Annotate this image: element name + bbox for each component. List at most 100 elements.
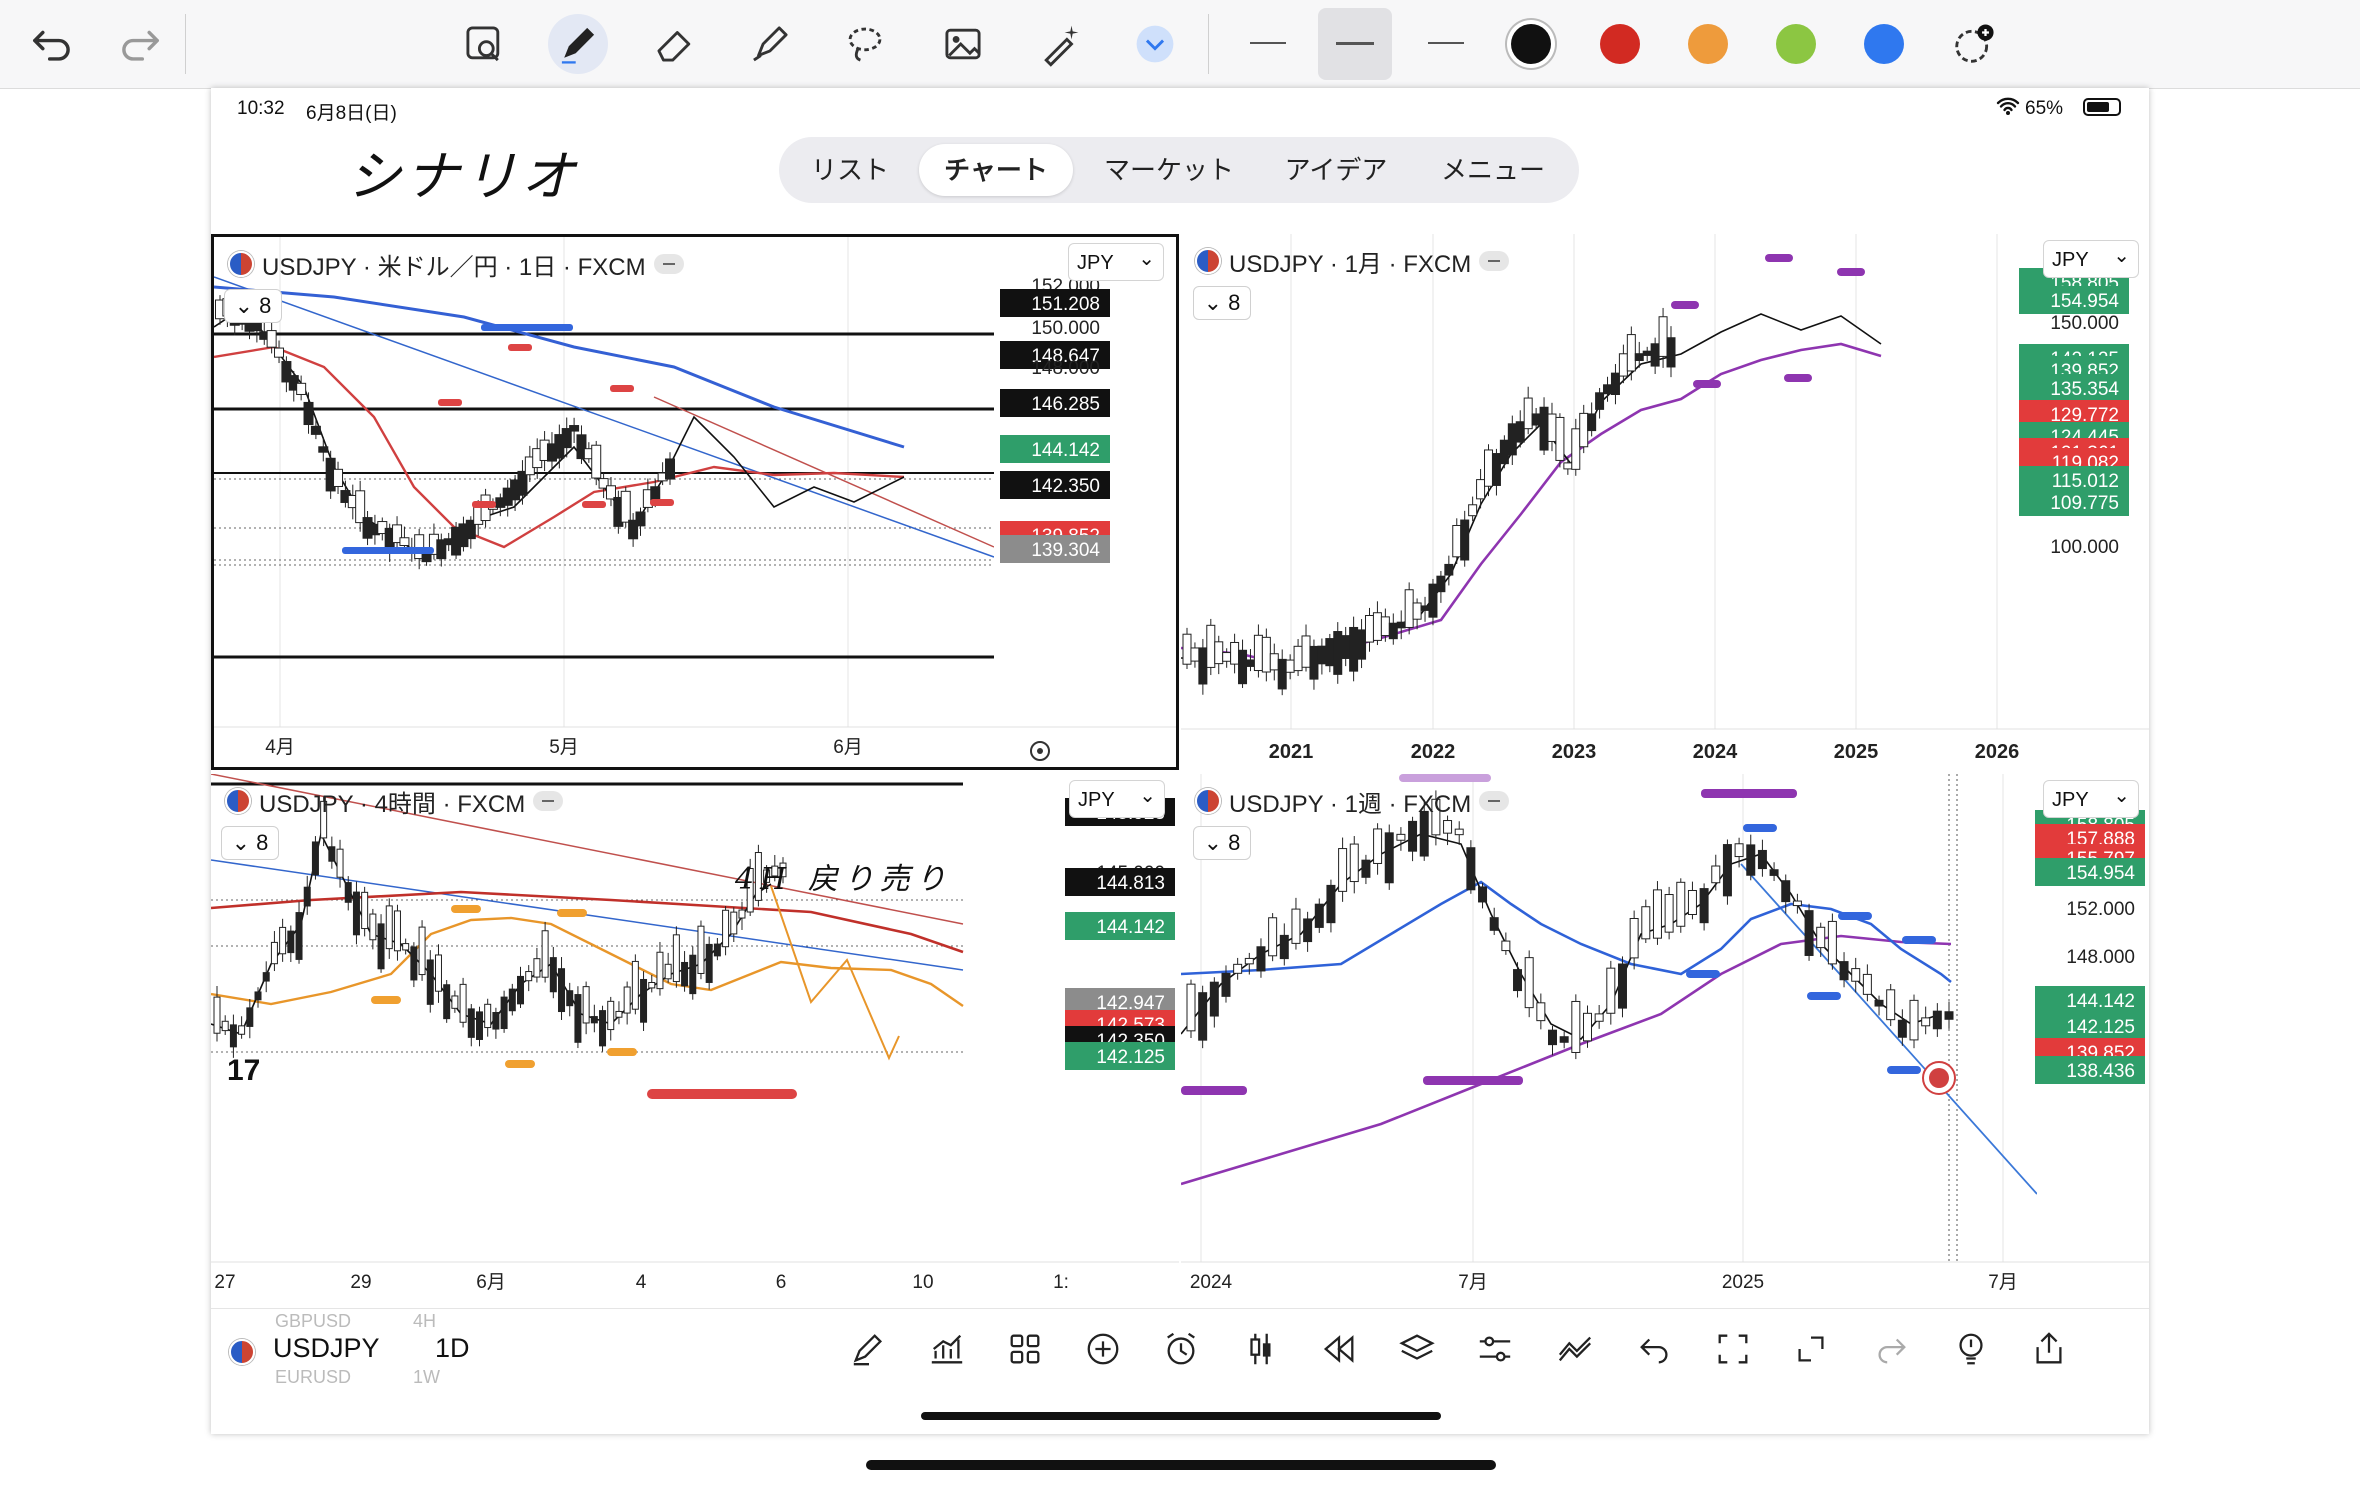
chart-pane-4h[interactable]: 17 145.923145.000144.813144.142142.94714… — [211, 774, 1179, 1308]
candle — [1587, 413, 1597, 432]
candle — [451, 995, 459, 1009]
currency-select[interactable]: JPY — [1068, 240, 1164, 281]
ideas-icon[interactable] — [1945, 1323, 1997, 1375]
candle — [1547, 413, 1557, 442]
collapse-button[interactable] — [653, 254, 684, 274]
time-tick: 6月 — [833, 737, 863, 758]
add-icon[interactable] — [1077, 1323, 1129, 1375]
undo-icon[interactable] — [22, 14, 82, 74]
candle — [1301, 635, 1311, 668]
flag-icon — [1195, 248, 1221, 274]
lasso-icon[interactable] — [835, 14, 895, 74]
indicator-toggle[interactable]: ⌄ 8 — [1193, 826, 1251, 860]
scan-icon[interactable] — [454, 14, 514, 74]
daily-time-axis: 4月 5月 6月 — [265, 737, 863, 758]
candle — [1182, 633, 1192, 665]
candle — [262, 972, 270, 982]
candle — [1769, 869, 1779, 876]
currency-select[interactable]: JPY — [2043, 237, 2139, 278]
currency-select[interactable]: JPY — [1069, 777, 1165, 818]
indicators-icon[interactable] — [921, 1323, 973, 1375]
fullscreen-icon[interactable] — [1707, 1323, 1759, 1375]
replay-icon[interactable] — [1313, 1323, 1365, 1375]
color-green[interactable] — [1776, 24, 1816, 64]
chart-pane-daily[interactable]: 152.000 151.208 150.000 148.647 148.000 146.2… — [211, 234, 1179, 770]
candle — [229, 1024, 237, 1048]
settings-icon[interactable] — [1469, 1323, 1521, 1375]
color-black[interactable] — [1511, 24, 1551, 64]
add-color-icon[interactable] — [1944, 14, 2004, 74]
currency-select[interactable]: JPY — [2043, 777, 2139, 818]
candle — [1666, 337, 1676, 368]
candle — [631, 960, 639, 1010]
timeframe[interactable]: 1D — [435, 1333, 470, 1364]
color-blue[interactable] — [1864, 24, 1904, 64]
medium-line-option[interactable] — [1318, 8, 1392, 80]
highlighter-icon[interactable] — [740, 14, 800, 74]
flag-icon — [229, 1339, 255, 1365]
tab-list[interactable]: リスト — [787, 144, 913, 196]
time-tick: 7月 — [1458, 1272, 1488, 1293]
tab-ideas[interactable]: アイデア — [1263, 144, 1409, 196]
tab-menu[interactable]: メニュー — [1415, 144, 1571, 196]
trend-icon[interactable] — [1549, 1323, 1601, 1375]
tab-chart[interactable]: チャート — [919, 144, 1073, 196]
undo-icon[interactable] — [1629, 1323, 1681, 1375]
watchlist-next[interactable]: EURUSD 1W — [275, 1367, 440, 1388]
collapse-button[interactable] — [1479, 791, 1510, 811]
eraser-icon[interactable] — [645, 14, 705, 74]
price-label: 152.000 — [2066, 899, 2135, 920]
candle — [467, 1008, 475, 1038]
marker-blue — [1686, 970, 1720, 978]
thin-line-option[interactable] — [1250, 42, 1286, 44]
alert-icon[interactable] — [1155, 1323, 1207, 1375]
candle — [1244, 957, 1254, 965]
watchlist-prev[interactable]: GBPUSD 4H — [275, 1311, 436, 1332]
share-icon[interactable] — [2023, 1323, 2075, 1375]
candle — [279, 926, 287, 955]
color-red[interactable] — [1600, 24, 1640, 64]
pen-icon[interactable] — [548, 14, 608, 74]
marker-red — [650, 499, 674, 506]
candle — [1507, 423, 1517, 456]
candle — [1291, 908, 1301, 944]
candle — [361, 891, 369, 930]
expand-icon[interactable] — [1785, 1323, 1837, 1375]
layouts-icon[interactable] — [999, 1323, 1051, 1375]
candles-icon[interactable] — [1235, 1323, 1287, 1375]
marker-purple — [1671, 301, 1699, 309]
candle — [1734, 843, 1744, 858]
tab-market[interactable]: マーケット — [1081, 144, 1257, 196]
candle — [1384, 832, 1394, 884]
ma-purple — [1181, 934, 1952, 1186]
candle — [517, 975, 525, 1005]
thick-line-option[interactable] — [1428, 42, 1464, 44]
collapse-button[interactable] — [533, 791, 564, 811]
candle — [1452, 524, 1462, 558]
price-label: 142.125 — [1096, 1047, 1165, 1068]
candle — [1839, 961, 1849, 981]
indicator-toggle[interactable]: ⌄ 8 — [221, 826, 279, 860]
candle — [1722, 844, 1732, 897]
chevron-down-icon[interactable] — [1125, 14, 1185, 74]
indicator-toggle[interactable]: ⌄ 8 — [1193, 286, 1251, 320]
candle — [1909, 999, 1919, 1041]
indicator-count: 8 — [256, 830, 269, 855]
candle — [1230, 641, 1240, 665]
image-icon[interactable] — [933, 14, 993, 74]
layers-icon[interactable] — [1391, 1323, 1443, 1375]
chart-pane-weekly[interactable]: 160.000158.805157.888155.797154.954152.0… — [1181, 774, 2149, 1308]
price-label: 100.000 — [2050, 537, 2119, 558]
redo-icon[interactable] — [1865, 1323, 1917, 1375]
redo-icon[interactable] — [110, 14, 170, 74]
indicator-toggle[interactable]: ⌄ 8 — [224, 289, 282, 323]
time-tick: 2021 — [1269, 741, 1314, 763]
collapse-button[interactable] — [1479, 251, 1510, 271]
magic-pen-icon[interactable] — [1030, 14, 1090, 74]
candle — [1491, 453, 1501, 486]
draw-icon[interactable] — [843, 1323, 895, 1375]
symbol-name[interactable]: USDJPY — [273, 1333, 380, 1364]
candle — [1650, 343, 1660, 367]
chart-pane-monthly[interactable]: 158.805154.954150.000142.125139.852135.3… — [1181, 234, 2149, 770]
color-orange[interactable] — [1688, 24, 1728, 64]
